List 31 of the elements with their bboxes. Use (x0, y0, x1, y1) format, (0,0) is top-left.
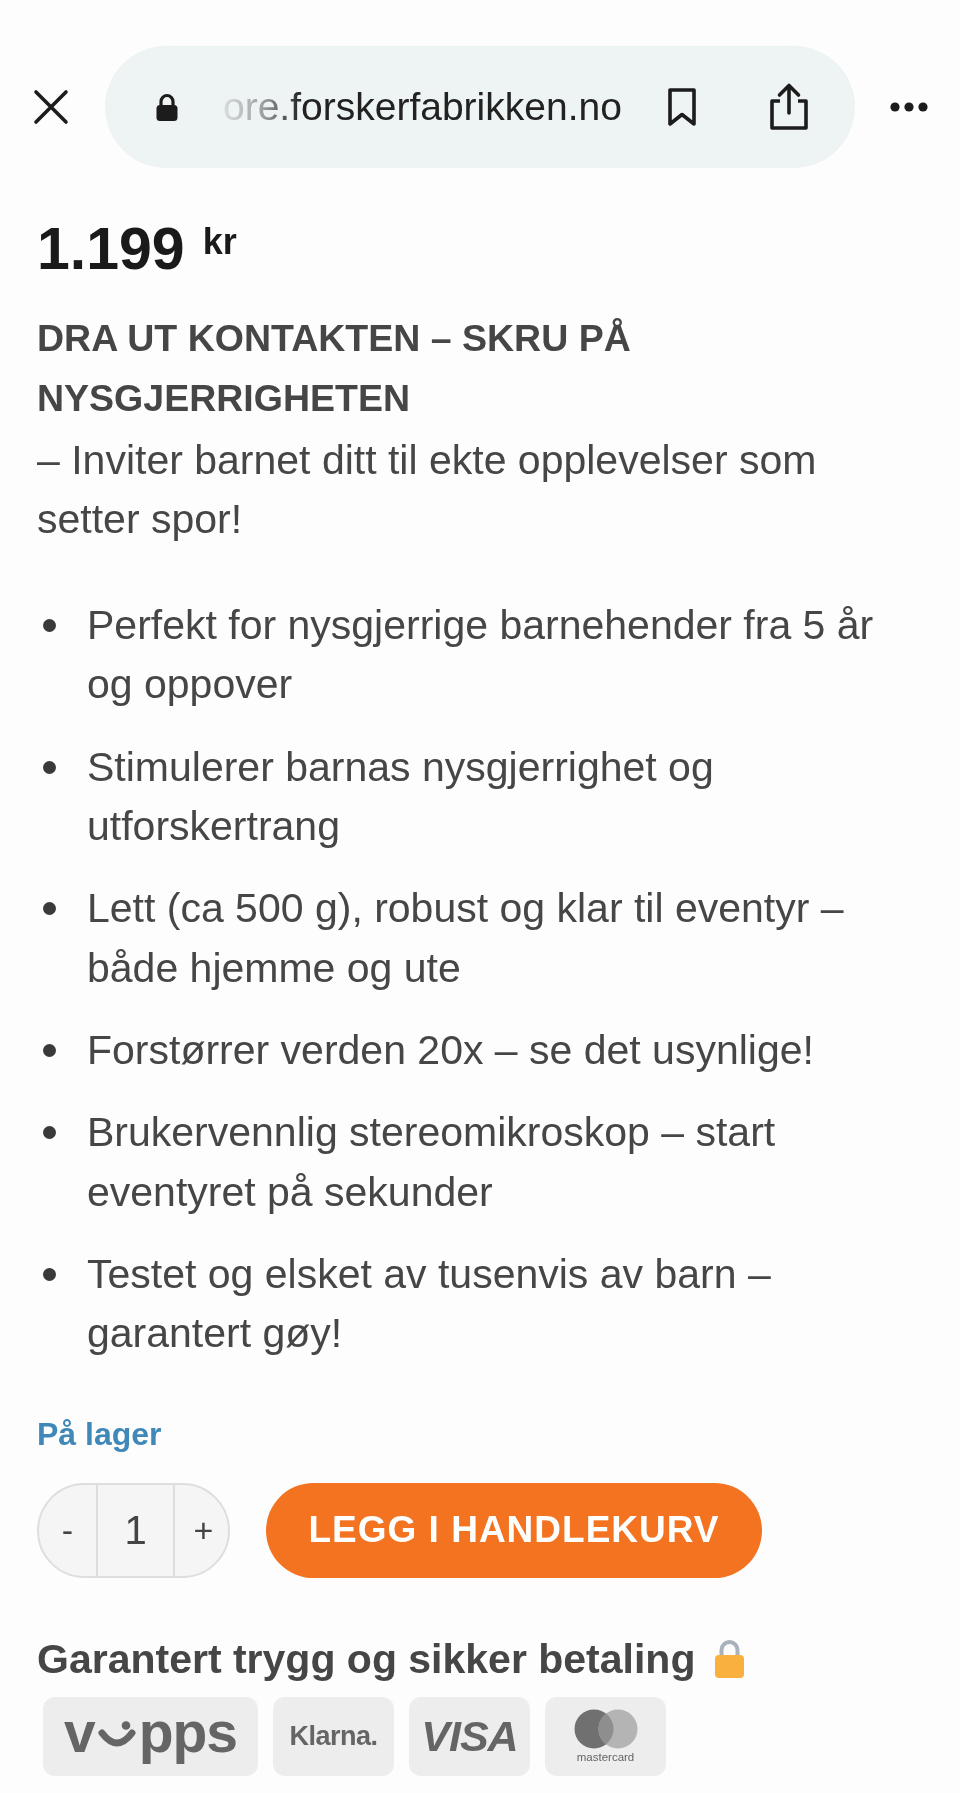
stock-status: På lager (37, 1414, 162, 1454)
logo-text: v (63, 1702, 95, 1763)
increase-button[interactable]: + (175, 1484, 228, 1576)
bullet-icon (42, 619, 56, 632)
feature-text: Brukervennlig stereomikroskop – start eventyret på sekunder (87, 1108, 777, 1217)
payment-title: Garantert trygg og sikker betaling (37, 1634, 696, 1684)
product-headline: DRA UT KONTAKTEN – SKRU PÅ NYSGJERRIGHETEN (37, 316, 632, 421)
bullet-icon (42, 1268, 56, 1282)
bullet-icon (42, 1126, 56, 1140)
bullet-icon (42, 760, 56, 774)
more-icon[interactable] (890, 102, 928, 112)
logo-text: pps (138, 1702, 237, 1763)
bullet-icon (42, 902, 56, 916)
decrease-button[interactable]: - (39, 1484, 96, 1576)
logo-text: mastercard (576, 1750, 635, 1764)
quantity-field[interactable]: 1 (96, 1484, 175, 1576)
product-tagline: – Inviter barnet ditt til ekte opplevelser som setter spor! (37, 436, 818, 545)
circles-icon (573, 1708, 638, 1749)
url-text: ore.forskerfabrikken.no (223, 84, 622, 130)
lock-icon (155, 92, 179, 122)
feature-text: Perfekt for nysgjerrige barnehender fra 5 år og oppover (87, 600, 875, 710)
feature-text: Forstørrer verden 20x – se det usynlige! (87, 1025, 814, 1075)
feature-text: Stimulerer barnas nysgjerrighet og utforskertrang (87, 742, 715, 851)
bullet-icon (42, 1044, 56, 1058)
lock-icon (714, 1638, 746, 1679)
logo-text: VISA (421, 1712, 518, 1761)
logo-text: Klarna. (289, 1720, 378, 1753)
feature-text: Testet og elsket av tusenvis av barn – garantert gøy! (87, 1249, 772, 1359)
feature-text: Lett (ca 500 g), robust og klar til eventyr – både hjemme og ute (87, 884, 845, 993)
currency: kr (202, 224, 237, 260)
price: 1.199 (37, 215, 185, 284)
